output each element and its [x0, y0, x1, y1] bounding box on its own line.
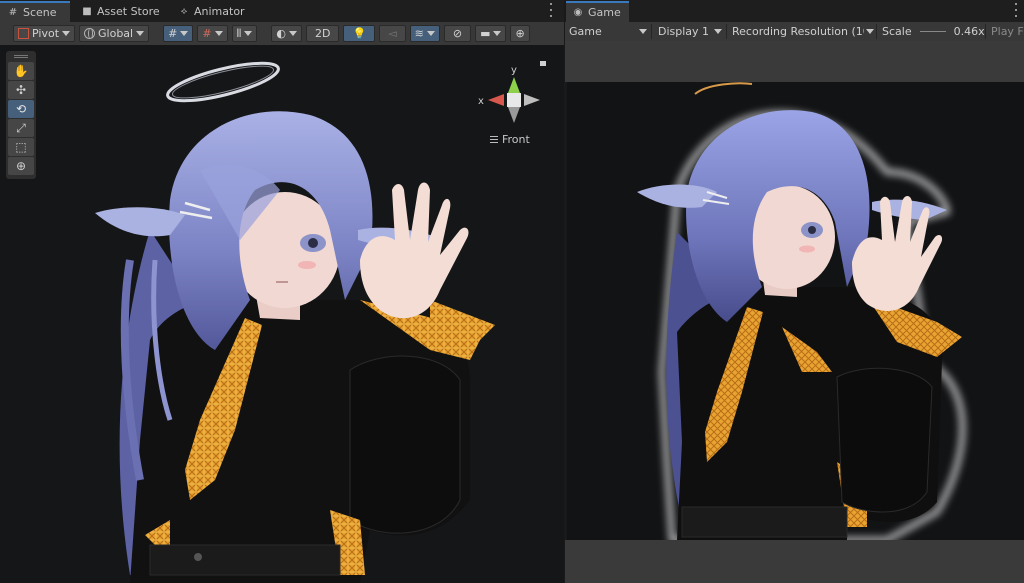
game-mode-dropdown[interactable]: Game	[569, 24, 649, 39]
tab-scene-label: Scene	[23, 6, 57, 19]
play-focused-label: Play F	[991, 25, 1024, 38]
chevron-down-icon	[62, 31, 71, 36]
lightbulb-icon: 💡	[352, 27, 367, 40]
rect-tool-button[interactable]: ⬚	[8, 138, 34, 156]
gizmo-axis-x: x	[478, 96, 484, 107]
audio-toggle[interactable]: ◅	[379, 25, 406, 42]
increment-snapping-toggle[interactable]: ⦀	[231, 25, 258, 42]
lock-icon[interactable]	[540, 61, 546, 66]
tab-asset-store[interactable]: ■ Asset Store	[74, 1, 168, 22]
camera-icon: ▬	[480, 27, 491, 40]
display-label: Display 1	[658, 25, 710, 38]
pivot-label: Pivot	[32, 27, 60, 40]
transform-icon: ⊕	[15, 159, 27, 173]
hand-tool-button[interactable]: ✋	[8, 62, 34, 80]
audio-off-icon: ◅	[388, 27, 397, 40]
lighting-toggle[interactable]: 💡	[343, 25, 376, 42]
tab-animator-label: Animator	[194, 5, 245, 18]
resolution-dropdown[interactable]: Recording Resolution (10(	[732, 24, 874, 39]
scale-icon: ⤢	[16, 120, 26, 135]
pivot-icon	[18, 28, 29, 39]
toggle-2d-button[interactable]: 2D	[306, 25, 340, 42]
transform-tool-button[interactable]: ⊕	[8, 157, 34, 175]
scene-viewport[interactable]: ✋ ✣ ⟲ ⤢ ⬚ ⊕ y x Front	[0, 45, 564, 583]
display-dropdown[interactable]: Display 1	[658, 24, 723, 39]
scale-slider[interactable]: Scale 0.46x	[882, 24, 985, 39]
scale-track[interactable]	[919, 31, 946, 32]
snap-increment-icon: ⦀	[236, 26, 242, 40]
gizmo-axis-y: y	[511, 65, 517, 76]
tab-scene[interactable]: # Scene	[0, 1, 70, 22]
game-letterbox-bottom	[565, 540, 1024, 583]
game-toolbar: Game Display 1 Recording Resolution (10(…	[565, 22, 1024, 41]
play-focused-dropdown[interactable]: Play F	[991, 24, 1024, 39]
tab-asset-store-label: Asset Store	[97, 5, 160, 18]
game-character-render	[637, 82, 966, 540]
chevron-down-icon	[289, 31, 297, 36]
grid-icon: #	[202, 27, 212, 40]
eye-slash-icon: ⊘	[452, 27, 463, 40]
grid-snapping-toggle[interactable]: #	[163, 25, 194, 42]
chevron-down-icon	[244, 31, 253, 36]
drag-handle[interactable]	[14, 55, 28, 58]
move-icon: ✣	[15, 83, 27, 97]
tools-overlay: ✋ ✣ ⟲ ⤢ ⬚ ⊕	[6, 51, 36, 179]
game-panel-menu-icon[interactable]	[1013, 3, 1019, 17]
tab-strip: # Scene ■ Asset Store ⟡ Animator ◉ Game	[0, 0, 1024, 22]
chevron-down-icon	[214, 31, 223, 36]
shaded-sphere-icon: ◐	[276, 27, 286, 40]
chevron-down-icon	[426, 31, 435, 36]
scene-panel-menu-icon[interactable]	[548, 3, 554, 17]
toggle-2d-label: 2D	[315, 27, 331, 40]
global-label: Global	[98, 27, 134, 40]
tab-game[interactable]: ◉ Game	[565, 1, 629, 22]
scene-visibility-toggle[interactable]: ⊘	[443, 25, 472, 42]
gizmos-dropdown[interactable]: ⊕	[510, 25, 530, 42]
tab-game-label: Game	[588, 6, 621, 19]
chevron-down-icon	[136, 31, 145, 36]
hand-icon: ✋	[13, 64, 29, 78]
menu-lines-icon	[490, 136, 498, 143]
rotate-icon: ⟲	[15, 102, 27, 116]
globe-icon	[84, 28, 96, 39]
camera-dropdown[interactable]: ▬	[475, 25, 507, 42]
chevron-down-icon	[714, 29, 723, 34]
grid-icon: #	[8, 6, 18, 18]
view-orientation-text: Front	[502, 133, 530, 146]
gizmo-globe-icon: ⊕	[515, 27, 525, 40]
grid-visibility-toggle[interactable]: #	[197, 25, 228, 42]
pivot-dropdown[interactable]: Pivot	[13, 25, 76, 42]
move-tool-button[interactable]: ✣	[8, 81, 34, 99]
scale-tool-button[interactable]: ⤢	[8, 119, 34, 137]
game-letterbox-top	[565, 41, 1024, 82]
effects-dropdown[interactable]: ≋	[409, 25, 440, 42]
scale-value: 0.46x	[953, 25, 985, 38]
chevron-down-icon	[866, 29, 874, 34]
rect-transform-icon: ⬚	[15, 140, 27, 154]
global-dropdown[interactable]: Global	[79, 25, 150, 42]
draw-mode-dropdown[interactable]: ◐	[271, 25, 302, 42]
panel-divider[interactable]	[564, 0, 566, 583]
game-mode-label: Game	[569, 25, 602, 38]
scale-label: Scale	[882, 25, 912, 38]
layers-icon: ≋	[414, 27, 424, 40]
rotate-tool-button[interactable]: ⟲	[8, 100, 34, 118]
chevron-down-icon	[493, 31, 502, 36]
game-viewport[interactable]	[567, 82, 1024, 540]
tab-animator[interactable]: ⟡ Animator	[171, 1, 253, 22]
resolution-label: Recording Resolution (10(	[732, 25, 864, 38]
store-bag-icon: ■	[82, 5, 92, 17]
grid-snap-icon: #	[168, 27, 178, 40]
gamepad-icon: ◉	[573, 6, 583, 18]
view-orientation-label[interactable]: Front	[490, 133, 530, 146]
scene-toolbar: Pivot Global # # ⦀ ◐ 2D 💡 ◅ ≋ ⊘ ▬ ⊕	[0, 22, 564, 45]
animator-icon: ⟡	[180, 5, 188, 17]
chevron-down-icon	[180, 31, 189, 36]
chevron-down-icon	[639, 29, 647, 34]
